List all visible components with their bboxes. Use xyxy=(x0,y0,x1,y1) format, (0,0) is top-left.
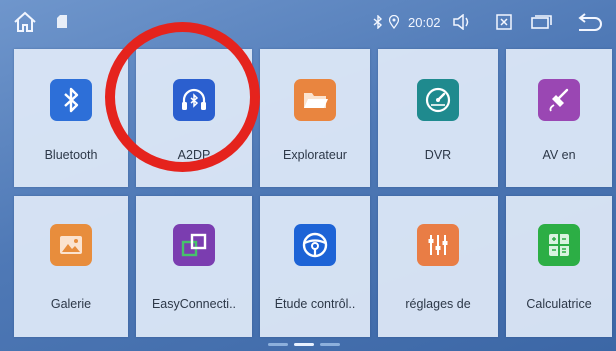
equalizer-icon xyxy=(417,224,459,266)
app-label: Explorateur xyxy=(283,148,347,162)
steering-wheel-icon xyxy=(294,224,336,266)
app-grid: Bluetooth A2DP Explorateur DVR AV en Gal… xyxy=(0,0,616,351)
screen-link-icon xyxy=(173,224,215,266)
app-tile-av-en[interactable]: AV en xyxy=(506,49,612,187)
speedometer-icon xyxy=(417,79,459,121)
app-tile-easyconnection[interactable]: EasyConnecti.. xyxy=(136,196,252,337)
app-label: Galerie xyxy=(50,297,92,311)
bluetooth-icon xyxy=(50,79,92,121)
app-label: Bluetooth xyxy=(44,148,98,162)
folder-icon xyxy=(294,79,336,121)
app-tile-etude-controle[interactable]: Étude contrôl.. xyxy=(260,196,370,337)
app-tile-calculatrice[interactable]: Calculatrice xyxy=(506,196,612,337)
highlight-circle xyxy=(105,22,260,172)
av-cable-icon xyxy=(538,79,580,121)
page-dot-active[interactable] xyxy=(294,343,314,346)
picture-icon xyxy=(50,224,92,266)
app-label: Calculatrice xyxy=(526,297,592,311)
app-label: Étude contrôl.. xyxy=(274,297,356,311)
app-tile-reglages[interactable]: réglages de xyxy=(378,196,498,337)
app-tile-dvr[interactable]: DVR xyxy=(378,49,498,187)
app-label: réglages de xyxy=(405,297,471,311)
app-label: AV en xyxy=(542,148,576,162)
page-dot[interactable] xyxy=(268,343,288,346)
app-tile-explorateur[interactable]: Explorateur xyxy=(260,49,370,187)
app-tile-galerie[interactable]: Galerie xyxy=(14,196,128,337)
app-label: DVR xyxy=(424,148,452,162)
app-label: EasyConnecti.. xyxy=(151,297,237,311)
calculator-icon xyxy=(538,224,580,266)
page-dot[interactable] xyxy=(320,343,340,346)
